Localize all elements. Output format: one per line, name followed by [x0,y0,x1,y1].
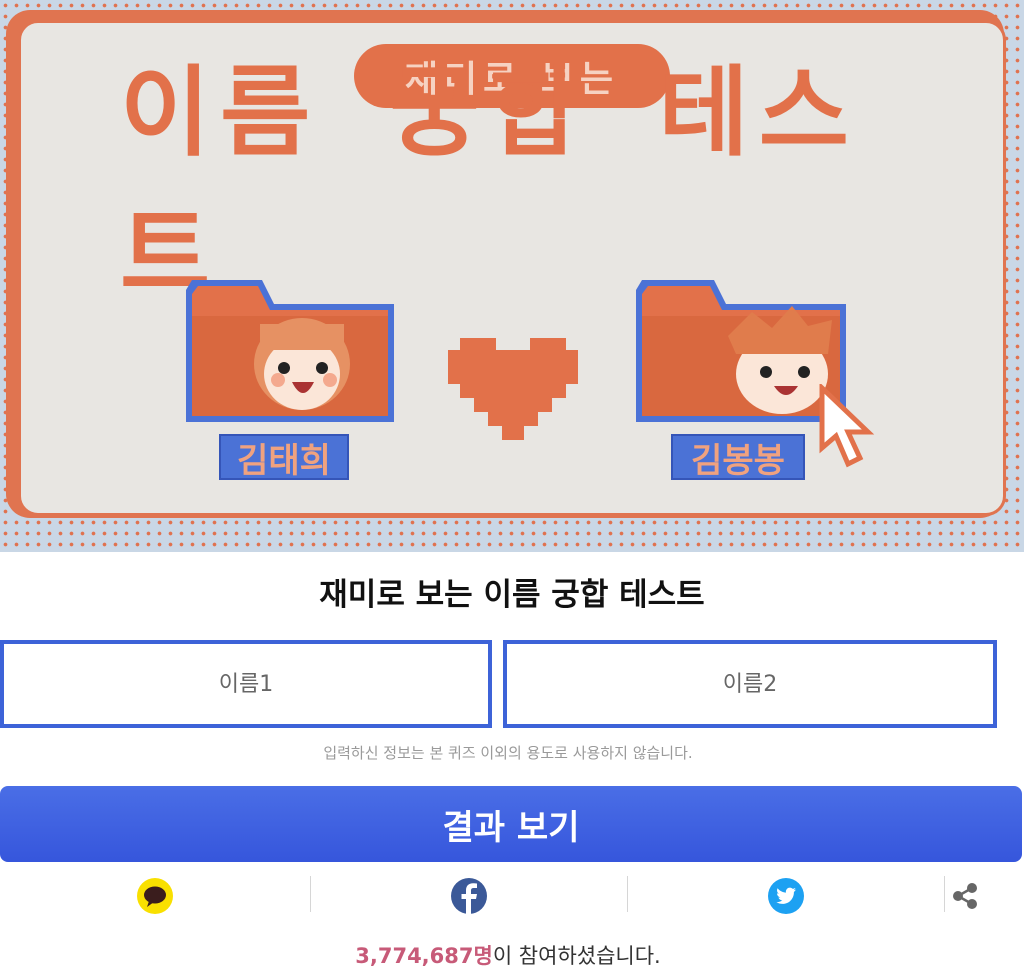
pixel-heart-icon [448,338,578,440]
participant-count: 3,774,687명 [355,944,493,968]
share-twitter-button[interactable] [628,868,944,924]
participant-stat: 3,774,687명이 참여하셨습니다. [0,938,1016,974]
example-name-tag-1: 김태희 [219,434,349,481]
share-row [0,868,1024,924]
privacy-notice: 입력하신 정보는 본 퀴즈 이외의 용도로 사용하지 않습니다. [323,744,693,762]
folder-girl-icon [186,280,394,422]
page-title: 재미로 보는 이름 궁합 테스트 [319,577,705,613]
name1-input[interactable] [0,640,492,728]
twitter-icon [768,878,804,914]
kakaotalk-icon [137,878,173,914]
banner-image: 재미로 보는 이름 궁합 테스트 [0,0,1024,552]
view-result-button[interactable]: 결과 보기 [0,786,1022,862]
banner-headline: 이름 궁합 테스트 [120,56,904,312]
example-name-tag-2: 김봉봉 [671,434,805,481]
share-kakaotalk-button[interactable] [0,868,310,924]
participant-suffix: 이 참여하셨습니다. [492,944,661,968]
name2-input[interactable] [503,640,997,728]
cursor-arrow-icon [819,384,875,468]
facebook-icon [451,878,487,914]
share-icon [953,883,977,909]
share-facebook-button[interactable] [311,868,627,924]
share-more-button[interactable] [945,868,985,924]
